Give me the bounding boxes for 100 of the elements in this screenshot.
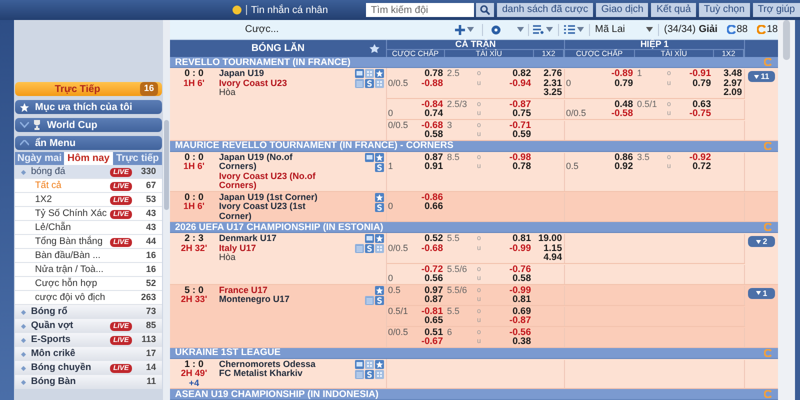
odds-value[interactable]: -0.92: [689, 152, 711, 162]
sport-count: 43: [144, 207, 157, 220]
odds-value[interactable]: -0.56: [509, 328, 531, 337]
total-line: 5.5/6: [447, 264, 468, 274]
odds-value[interactable]: 0.79: [689, 78, 711, 88]
odds-value[interactable]: 0.75: [509, 109, 531, 118]
odds-value[interactable]: -0.67: [421, 337, 443, 346]
odds-value[interactable]: 0.38: [509, 337, 531, 346]
odds-value[interactable]: 0.87: [424, 295, 443, 304]
leagues-count: (34/34): [664, 23, 696, 37]
sport-subitem[interactable]: Lẻ/Chẵn 43: [15, 221, 162, 235]
odds-value[interactable]: 0.81: [509, 234, 531, 244]
sport-name: bóng đá: [31, 165, 66, 179]
odds-value[interactable]: 2.76: [544, 69, 562, 78]
odds-value[interactable]: 0.72: [689, 162, 711, 172]
search-field[interactable]: Tìm kiếm đội: [366, 3, 474, 17]
sport-subitem[interactable]: Nửa trận / Toà... 16: [15, 263, 162, 277]
odds-value[interactable]: -0.76: [509, 264, 531, 274]
odds-value[interactable]: 0.56: [421, 274, 443, 284]
expand-button[interactable]: 11: [748, 71, 775, 82]
section-header[interactable]: ẩn Menu: [15, 136, 162, 150]
odds-value[interactable]: 0.86: [614, 152, 633, 162]
odds-value[interactable]: -0.88: [421, 78, 443, 88]
add-button[interactable]: [455, 24, 474, 34]
odds-value[interactable]: 0.58: [509, 274, 531, 284]
sport-subitem[interactable]: Bàn đầu/Bàn ... 16: [15, 249, 162, 263]
odds-value[interactable]: 0.52: [421, 234, 443, 244]
odds-value[interactable]: 2.31: [544, 78, 562, 88]
odds-value[interactable]: -0.72: [421, 264, 443, 274]
sport-item[interactable]: Bóng Bàn 11: [15, 375, 162, 389]
odds-value[interactable]: -0.68: [421, 244, 443, 253]
more-markets-link[interactable]: +4: [188, 378, 200, 388]
section-header[interactable]: Mục ưa thích của tôi: [15, 100, 162, 114]
odds-value[interactable]: 0.74: [421, 109, 443, 118]
odds-value[interactable]: -0.91: [689, 69, 711, 78]
team-name: FC Metalist Kharkiv: [219, 369, 304, 378]
sport-name: Bóng Bàn: [31, 375, 76, 389]
sport-item[interactable]: Môn crikê 17: [15, 347, 162, 361]
odds-value[interactable]: -0.98: [509, 152, 531, 162]
section-header[interactable]: World Cup: [15, 118, 162, 132]
odds-value[interactable]: -0.68: [421, 120, 443, 130]
handicap-line: 0/0.5: [566, 109, 588, 118]
odds-value[interactable]: 0.51: [421, 328, 443, 337]
messages-link[interactable]: Tin nhắn cá nhân: [250, 2, 328, 18]
expand-button[interactable]: 1: [748, 288, 775, 298]
odds-value[interactable]: -0.81: [421, 306, 443, 316]
odds-value[interactable]: 0.78: [509, 162, 531, 172]
odds-value[interactable]: -0.87: [509, 316, 531, 326]
odds-value[interactable]: 0.65: [421, 316, 443, 326]
nav-button[interactable]: Kết quả: [651, 3, 696, 17]
odds-value[interactable]: 0.81: [509, 295, 531, 304]
odds-value[interactable]: 2.09: [724, 88, 742, 98]
list-add-button[interactable]: [533, 25, 553, 34]
odds-value[interactable]: 0.92: [614, 162, 633, 172]
nav-button[interactable]: Giao dịch: [596, 3, 648, 17]
odds-value[interactable]: 4.94: [544, 253, 562, 262]
list-view-button[interactable]: [564, 25, 584, 34]
odds-value[interactable]: -0.94: [509, 78, 531, 88]
odds-value[interactable]: 3.25: [544, 88, 562, 98]
odds-value[interactable]: 0.91: [424, 162, 443, 172]
region-dropdown[interactable]: Mã Lai: [595, 22, 653, 37]
odds-value[interactable]: -0.84: [421, 100, 443, 109]
odds-value[interactable]: 0.58: [421, 130, 443, 140]
odds-value[interactable]: 0.66: [421, 202, 443, 212]
odds-value[interactable]: 0.79: [611, 78, 633, 88]
sidebar-tab[interactable]: Hôm nay: [64, 152, 113, 165]
odds-value[interactable]: 2.97: [724, 78, 742, 88]
sport-name: Quần vợt: [31, 319, 74, 333]
odds-value[interactable]: 0.69: [509, 306, 531, 316]
total-line: 1: [637, 69, 644, 78]
live-bar[interactable]: Trực Tiếp 16: [15, 82, 162, 96]
odds-value[interactable]: 3.48: [724, 69, 742, 78]
odds-value[interactable]: 0.78: [421, 69, 443, 78]
odds-value[interactable]: 0.48: [611, 100, 633, 109]
odds-value[interactable]: -0.99: [509, 244, 531, 253]
odds-value[interactable]: -0.71: [509, 120, 531, 130]
expand-button[interactable]: 2: [748, 236, 775, 247]
scrollbar-thumb[interactable]: [164, 120, 169, 210]
odds-value[interactable]: -0.58: [611, 109, 633, 118]
nav-button[interactable]: Trợ giúp: [752, 3, 800, 17]
search-button[interactable]: [476, 3, 494, 17]
nav-button[interactable]: danh sách đã cược: [497, 3, 594, 17]
odds-value[interactable]: 19.00: [538, 234, 562, 244]
odds-value[interactable]: 0.63: [689, 100, 711, 109]
odds-value[interactable]: -0.75: [689, 109, 711, 118]
nav-button[interactable]: Tuỳ chọn: [698, 3, 750, 17]
sport-subitem[interactable]: cược đội vô địch 263: [15, 291, 162, 305]
odds-value[interactable]: -0.89: [611, 69, 633, 78]
odds-value[interactable]: -0.99: [509, 286, 531, 295]
odds-value[interactable]: 1.15: [544, 244, 562, 253]
odds-value[interactable]: -0.86: [421, 192, 443, 202]
odds-value[interactable]: -0.87: [509, 100, 531, 109]
dropdown-button[interactable]: [517, 27, 524, 32]
sport-subitem[interactable]: Cược hỗn hợp 52: [15, 277, 162, 291]
odds-value[interactable]: 0.82: [509, 69, 531, 78]
odds-value[interactable]: 0.59: [509, 130, 531, 140]
scrollbar-thumb[interactable]: [783, 20, 790, 60]
sport-item[interactable]: Bóng rổ 73: [15, 305, 162, 319]
odds-value[interactable]: 0.97: [424, 286, 443, 295]
odds-value[interactable]: 0.87: [424, 152, 443, 162]
